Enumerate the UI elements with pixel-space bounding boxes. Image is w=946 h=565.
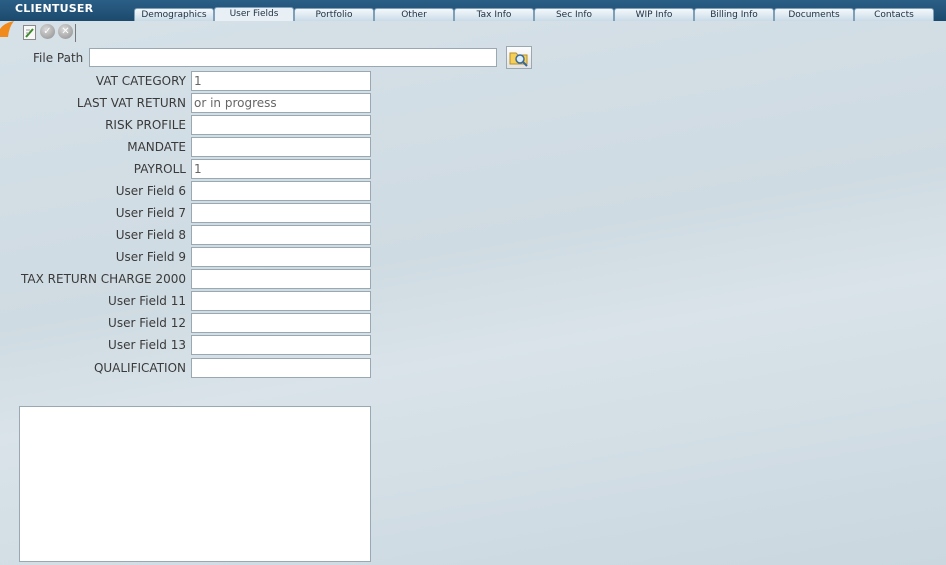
user-field-9-input[interactable] [191, 247, 371, 267]
tab-demographics[interactable]: Demographics [134, 8, 214, 21]
risk-profile-input[interactable] [191, 115, 371, 135]
toolbar-divider [75, 24, 76, 42]
qualification-label: QUALIFICATION [93, 361, 186, 375]
payroll-input[interactable] [191, 159, 371, 179]
tab-billing-info[interactable]: Billing Info [694, 8, 774, 21]
tab-user-fields[interactable]: User Fields [214, 7, 294, 21]
tab-contacts[interactable]: Contacts [854, 8, 934, 21]
risk-profile-label: RISK PROFILE [105, 118, 186, 132]
user-field-11-input[interactable] [191, 291, 371, 311]
file-path-label: File Path [33, 51, 84, 65]
mandate-label: MANDATE [127, 140, 186, 154]
folder-search-icon [509, 52, 528, 67]
corner-accent-icon [0, 21, 14, 37]
browse-folder-button[interactable] [506, 46, 532, 69]
mandate-input[interactable] [191, 137, 371, 157]
user-field-12-label: User Field 12 [108, 316, 186, 330]
user-field-7-input[interactable] [191, 203, 371, 223]
user-field-6-label: User Field 6 [115, 184, 186, 198]
title-bar: CLIENTUSER Demographics User Fields Port… [0, 0, 946, 21]
user-field-6-input[interactable] [191, 181, 371, 201]
edit-icon[interactable] [23, 25, 36, 40]
tax-return-charge-label: TAX RETURN CHARGE 2000 [21, 272, 186, 286]
user-field-13-label: User Field 13 [108, 338, 186, 352]
app-title: CLIENTUSER [15, 2, 94, 15]
tab-wip-info[interactable]: WIP Info [614, 8, 694, 21]
user-field-7-label: User Field 7 [115, 206, 186, 220]
user-field-13-input[interactable] [191, 335, 371, 355]
cancel-icon[interactable]: ✕ [58, 24, 73, 39]
user-field-9-label: User Field 9 [115, 250, 186, 264]
qualification-input[interactable] [191, 358, 371, 378]
tab-portfolio[interactable]: Portfolio [294, 8, 374, 21]
save-check-icon[interactable]: ✓ [40, 24, 55, 39]
tax-return-charge-input[interactable] [191, 269, 371, 289]
notes-textarea[interactable] [19, 406, 371, 562]
tab-tax-info[interactable]: Tax Info [454, 8, 534, 21]
user-field-8-input[interactable] [191, 225, 371, 245]
user-field-12-input[interactable] [191, 313, 371, 333]
file-path-input[interactable] [89, 48, 497, 67]
last-vat-return-input[interactable] [191, 93, 371, 113]
user-field-11-label: User Field 11 [108, 294, 186, 308]
last-vat-return-label: LAST VAT RETURN [76, 96, 186, 110]
tab-other[interactable]: Other [374, 8, 454, 21]
tab-sec-info[interactable]: Sec Info [534, 8, 614, 21]
tab-documents[interactable]: Documents [774, 8, 854, 21]
vat-category-label: VAT CATEGORY [95, 74, 186, 88]
payroll-label: PAYROLL [133, 162, 186, 176]
user-field-8-label: User Field 8 [115, 228, 186, 242]
vat-category-input[interactable] [191, 71, 371, 91]
